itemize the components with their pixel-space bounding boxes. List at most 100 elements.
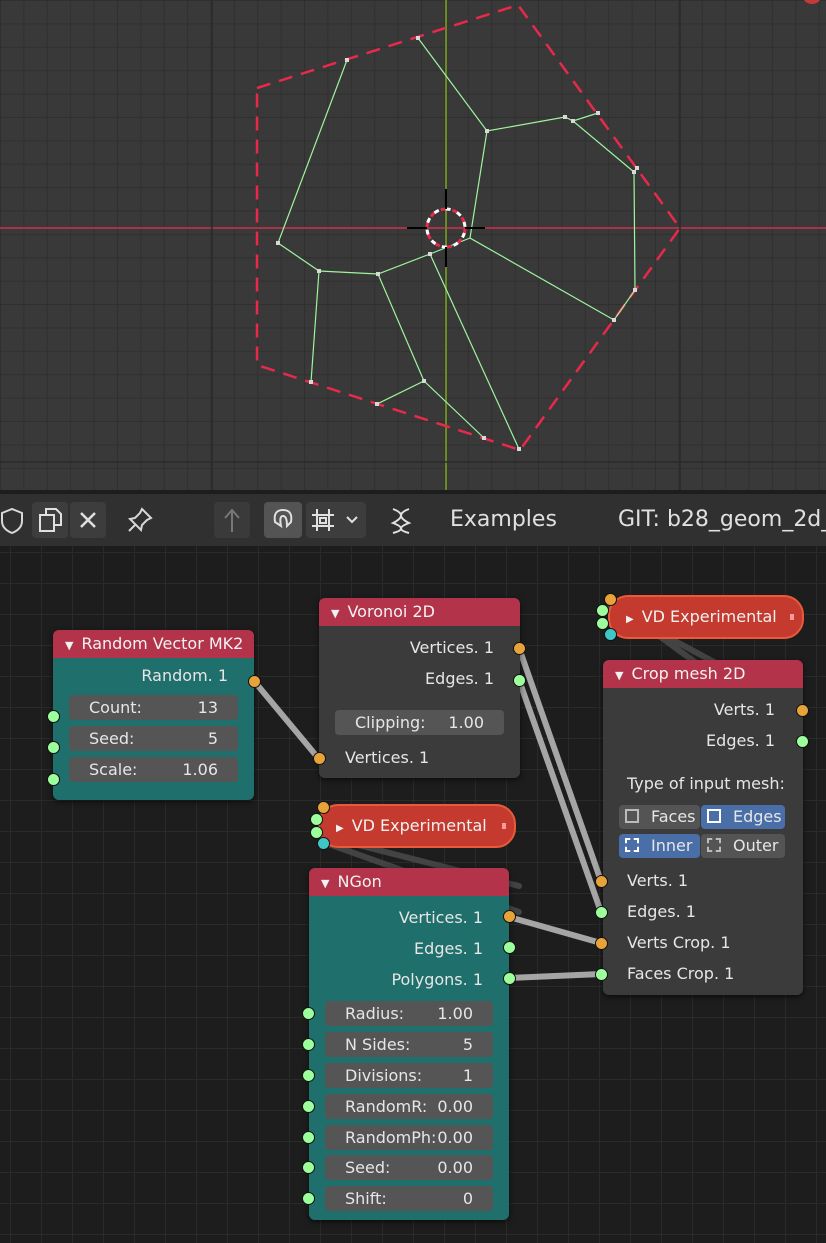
node-title: NGon: [337, 872, 382, 891]
link-voronoi-edges-to-crop: [516, 677, 604, 915]
socket-output[interactable]: [248, 675, 261, 688]
socket-input[interactable]: [317, 801, 330, 814]
edges-toggle[interactable]: Edges: [701, 805, 785, 829]
divisions-field[interactable]: Divisions: 1: [325, 1063, 493, 1088]
tree-name-label[interactable]: Examples: [450, 506, 557, 534]
expand-arrow-icon: ▶: [626, 614, 634, 625]
scale-field[interactable]: Scale: 1.06: [69, 757, 238, 782]
link-ngon-polys-to-crop: [506, 971, 604, 981]
unlink-button[interactable]: [70, 502, 106, 538]
collapse-arrow-icon: ▼: [65, 639, 74, 652]
node-ngon[interactable]: ▼ NGon Vertices. 1 Edges. 1 Polygons. 1 R…: [309, 868, 509, 1220]
3d-viewport[interactable]: [0, 0, 826, 490]
collapse-arrow-icon: ▼: [331, 607, 340, 620]
node-voronoi-2d[interactable]: ▼ Voronoi 2D Vertices. 1 Edges. 1 Clippin…: [319, 598, 520, 778]
close-indicator-icon: [804, 0, 820, 4]
inner-toggle[interactable]: Inner: [619, 834, 700, 858]
socket-input[interactable]: [302, 1100, 315, 1113]
socket-input[interactable]: [595, 937, 608, 950]
copy-icon: [39, 508, 62, 532]
node-editor-canvas[interactable]: ▼ Random Vector MK2 Random. 1 Count: 13 Se…: [0, 546, 826, 1243]
node-tree-type-button[interactable]: [384, 502, 418, 538]
socket-output[interactable]: [513, 642, 526, 655]
radius-field[interactable]: Radius: 1.00: [325, 1001, 493, 1026]
output-label: Verts. 1: [713, 700, 775, 719]
cube-icon: [625, 809, 639, 823]
socket-input[interactable]: [595, 906, 608, 919]
socket-input[interactable]: [302, 1161, 315, 1174]
shield-icon[interactable]: [0, 502, 28, 538]
input-label: Vertices. 1: [345, 748, 430, 767]
count-field[interactable]: Count: 13: [69, 695, 238, 720]
node-title: Random Vector MK2: [81, 634, 244, 653]
socket-input[interactable]: [302, 1038, 315, 1051]
socket-input[interactable]: [47, 773, 60, 786]
link-voronoi-verts-to-crop: [516, 645, 604, 884]
n-sides-field[interactable]: N Sides: 5: [325, 1032, 493, 1057]
socket-input[interactable]: [317, 837, 330, 850]
input-label: Edges. 1: [627, 902, 696, 921]
seed-field[interactable]: Seed: 5: [69, 726, 238, 751]
faces-toggle[interactable]: Faces: [619, 805, 700, 829]
node-header[interactable]: ▼ Voronoi 2D: [319, 598, 520, 626]
outer-toggle[interactable]: Outer: [701, 834, 785, 858]
node-vd-experimental[interactable]: ▶ VD Experimental: [318, 804, 516, 848]
socket-input[interactable]: [595, 968, 608, 981]
output-label: Vertices. 1: [398, 908, 483, 927]
mode-label: Type of input mesh:: [627, 774, 785, 793]
socket-input[interactable]: [47, 741, 60, 754]
clipping-field[interactable]: Clipping: 1.00: [335, 710, 504, 735]
pin-button[interactable]: [122, 502, 158, 538]
fake-user-button[interactable]: [32, 502, 68, 538]
parent-tree-button[interactable]: [214, 502, 250, 538]
git-branch-label: GIT: b28_geom_2d_: [618, 507, 826, 532]
select-outer-icon: [707, 838, 721, 852]
input-label: Verts Crop. 1: [627, 933, 731, 952]
expand-arrow-icon: ▶: [336, 823, 344, 834]
node-vd-experimental[interactable]: ▶ VD Experimental: [608, 595, 804, 639]
node-random-vector[interactable]: ▼ Random Vector MK2 Random. 1 Count: 13 Se…: [53, 630, 254, 800]
viewport-drawing: [0, 0, 826, 490]
socket-output[interactable]: [503, 972, 516, 985]
select-inner-icon: [625, 838, 639, 852]
socket-input[interactable]: [302, 1192, 315, 1205]
output-label: Edges. 1: [425, 669, 494, 688]
close-icon: [80, 512, 96, 528]
socket-output[interactable]: [503, 910, 516, 923]
socket-input[interactable]: [596, 604, 609, 617]
node-title: Voronoi 2D: [347, 602, 435, 621]
node-header[interactable]: ▼ NGon: [309, 868, 509, 896]
snap-mode-dropdown[interactable]: [306, 502, 366, 538]
output-label: Vertices. 1: [409, 638, 494, 657]
socket-output[interactable]: [503, 941, 516, 954]
node-title: Crop mesh 2D: [631, 664, 746, 683]
grid-snap-icon: [312, 509, 334, 531]
node-header[interactable]: ▼ Random Vector MK2: [53, 630, 254, 658]
node-title: VD Experimental: [351, 816, 487, 835]
socket-input[interactable]: [302, 1131, 315, 1144]
input-label: Faces Crop. 1: [627, 964, 735, 983]
socket-input[interactable]: [302, 1007, 315, 1020]
chevron-down-icon: [346, 516, 358, 524]
socket-output[interactable]: [513, 674, 526, 687]
seed-field[interactable]: Seed: 0.00: [325, 1155, 493, 1180]
socket-output[interactable]: [796, 704, 809, 717]
socket-input[interactable]: [302, 1069, 315, 1082]
socket-input[interactable]: [313, 752, 326, 765]
output-label: Edges. 1: [706, 731, 775, 750]
node-title: VD Experimental: [641, 607, 777, 626]
socket-input[interactable]: [595, 875, 608, 888]
random-ph-field[interactable]: RandomPh: 0.00: [325, 1125, 493, 1150]
node-header[interactable]: ▼ Crop mesh 2D: [603, 660, 803, 688]
socket-input[interactable]: [604, 628, 617, 641]
snap-toggle[interactable]: [264, 502, 302, 538]
arrow-up-icon: [224, 508, 240, 532]
socket-input[interactable]: [47, 710, 60, 723]
socket-input[interactable]: [310, 813, 323, 826]
random-r-field[interactable]: RandomR: 0.00: [325, 1094, 493, 1119]
node-crop-mesh-2d[interactable]: ▼ Crop mesh 2D Verts. 1 Edges. 1 Type of …: [603, 660, 803, 995]
edge-icon: [707, 809, 721, 823]
socket-output[interactable]: [796, 735, 809, 748]
shift-field[interactable]: Shift: 0: [325, 1186, 493, 1211]
output-label: Polygons. 1: [391, 970, 483, 989]
